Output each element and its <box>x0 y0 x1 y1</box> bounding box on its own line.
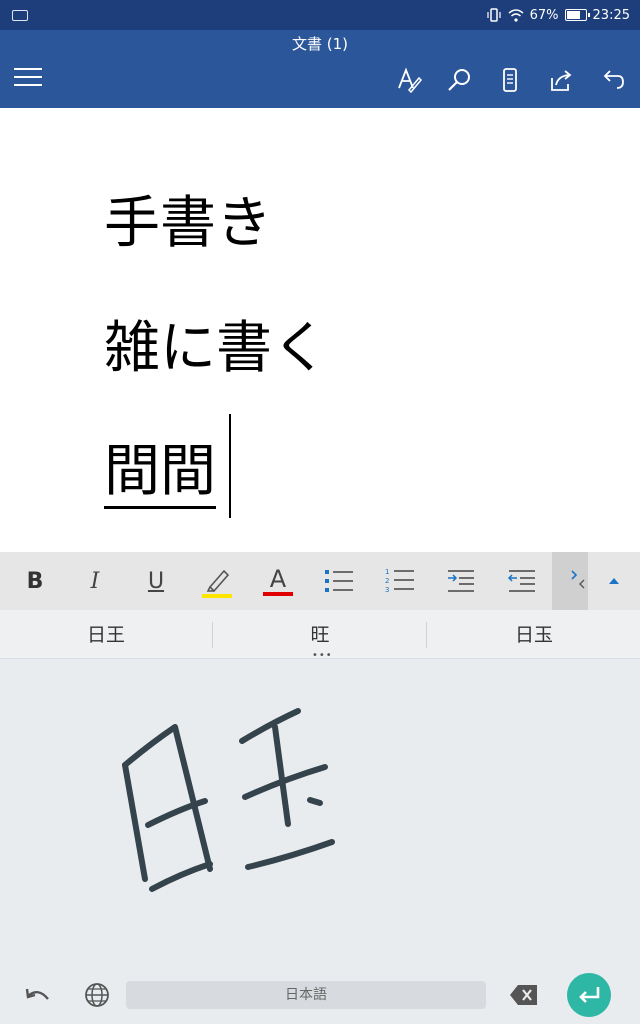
font-color-button[interactable]: A <box>248 552 308 610</box>
mobile-view-button[interactable] <box>494 64 526 96</box>
svg-text:2: 2 <box>385 577 389 585</box>
indent-icon <box>448 570 474 592</box>
battery-icon <box>564 9 590 21</box>
paragraph-line-composing[interactable]: 間間 <box>104 426 216 509</box>
font-color-label: A <box>269 565 287 593</box>
paragraph-line[interactable]: 手書き <box>104 178 272 259</box>
collapse-toolbar-button[interactable] <box>588 552 640 610</box>
enter-button[interactable] <box>567 973 611 1017</box>
numbered-list-icon: 1 2 3 <box>385 568 414 594</box>
editing-tools-button[interactable] <box>393 64 425 96</box>
highlight-button[interactable] <box>187 552 247 610</box>
bullets-button[interactable] <box>309 552 369 610</box>
svg-text:1: 1 <box>385 568 389 576</box>
space-bar[interactable]: 日本語 <box>126 981 486 1009</box>
bullet-list-icon <box>325 570 353 592</box>
text-edit-icon <box>398 67 423 94</box>
battery-percent: 67% <box>529 7 559 23</box>
text-cursor <box>229 414 231 518</box>
language-switch-button[interactable] <box>82 980 112 1010</box>
chevron-right-icon <box>571 570 585 589</box>
bold-button[interactable]: B <box>5 552 65 610</box>
document-canvas[interactable]: 手書き 雑に書く 間間 <box>0 108 640 552</box>
outdent-icon <box>507 570 535 592</box>
svg-text:3: 3 <box>385 586 389 594</box>
underline-button[interactable]: U <box>126 552 186 610</box>
keyboard-notification-icon <box>12 9 28 21</box>
clock: 23:25 <box>592 7 630 23</box>
candidate-bar: 日王 旺 日玉 ••• <box>0 610 640 661</box>
undo-icon <box>603 70 624 89</box>
search-icon <box>448 69 470 91</box>
paragraph-line[interactable]: 雑に書く <box>104 303 328 384</box>
undo-button[interactable] <box>596 64 628 96</box>
vibrate-icon <box>487 8 501 22</box>
undo-stroke-button[interactable] <box>22 981 54 1011</box>
italic-button[interactable]: I <box>65 552 125 610</box>
candidate-item[interactable]: 日玉 <box>428 610 640 658</box>
composing-text: 間間 <box>104 439 216 509</box>
share-icon <box>551 70 572 91</box>
app-bar: 文書 (1) <box>0 30 640 108</box>
highlighter-icon <box>202 569 232 598</box>
font-color-swatch <box>263 592 293 596</box>
candidate-divider <box>426 622 427 648</box>
handwriting-strokes <box>122 708 335 892</box>
candidate-item[interactable]: 日王 <box>0 610 212 658</box>
italic-label: I <box>90 568 100 594</box>
find-button[interactable] <box>443 64 475 96</box>
wifi-icon <box>508 8 524 22</box>
triangle-up-icon <box>609 578 619 584</box>
handwriting-pad[interactable] <box>0 659 640 969</box>
increase-indent-button[interactable] <box>431 552 491 610</box>
globe-icon <box>85 983 109 1007</box>
backspace-button[interactable] <box>508 982 540 1008</box>
status-bar: 67% 23:25 <box>0 0 640 30</box>
numbering-button[interactable]: 1 2 3 <box>370 552 430 610</box>
decrease-indent-button[interactable] <box>492 552 552 610</box>
format-toolbar: B I U A 1 2 3 <box>0 552 640 611</box>
bold-label: B <box>26 568 44 594</box>
phone-view-icon <box>503 68 517 92</box>
enter-arrow-icon <box>579 987 600 1003</box>
menu-icon[interactable] <box>14 68 42 88</box>
document-title: 文書 (1) <box>291 35 349 53</box>
share-button[interactable] <box>545 64 577 96</box>
more-formatting-button[interactable] <box>552 552 588 610</box>
undo-arrow-icon <box>25 988 49 1000</box>
keyboard-bottom-row: 日本語 <box>0 969 640 1024</box>
backspace-icon <box>510 985 537 1005</box>
underline-label: U <box>147 568 165 594</box>
candidate-divider <box>212 622 213 648</box>
